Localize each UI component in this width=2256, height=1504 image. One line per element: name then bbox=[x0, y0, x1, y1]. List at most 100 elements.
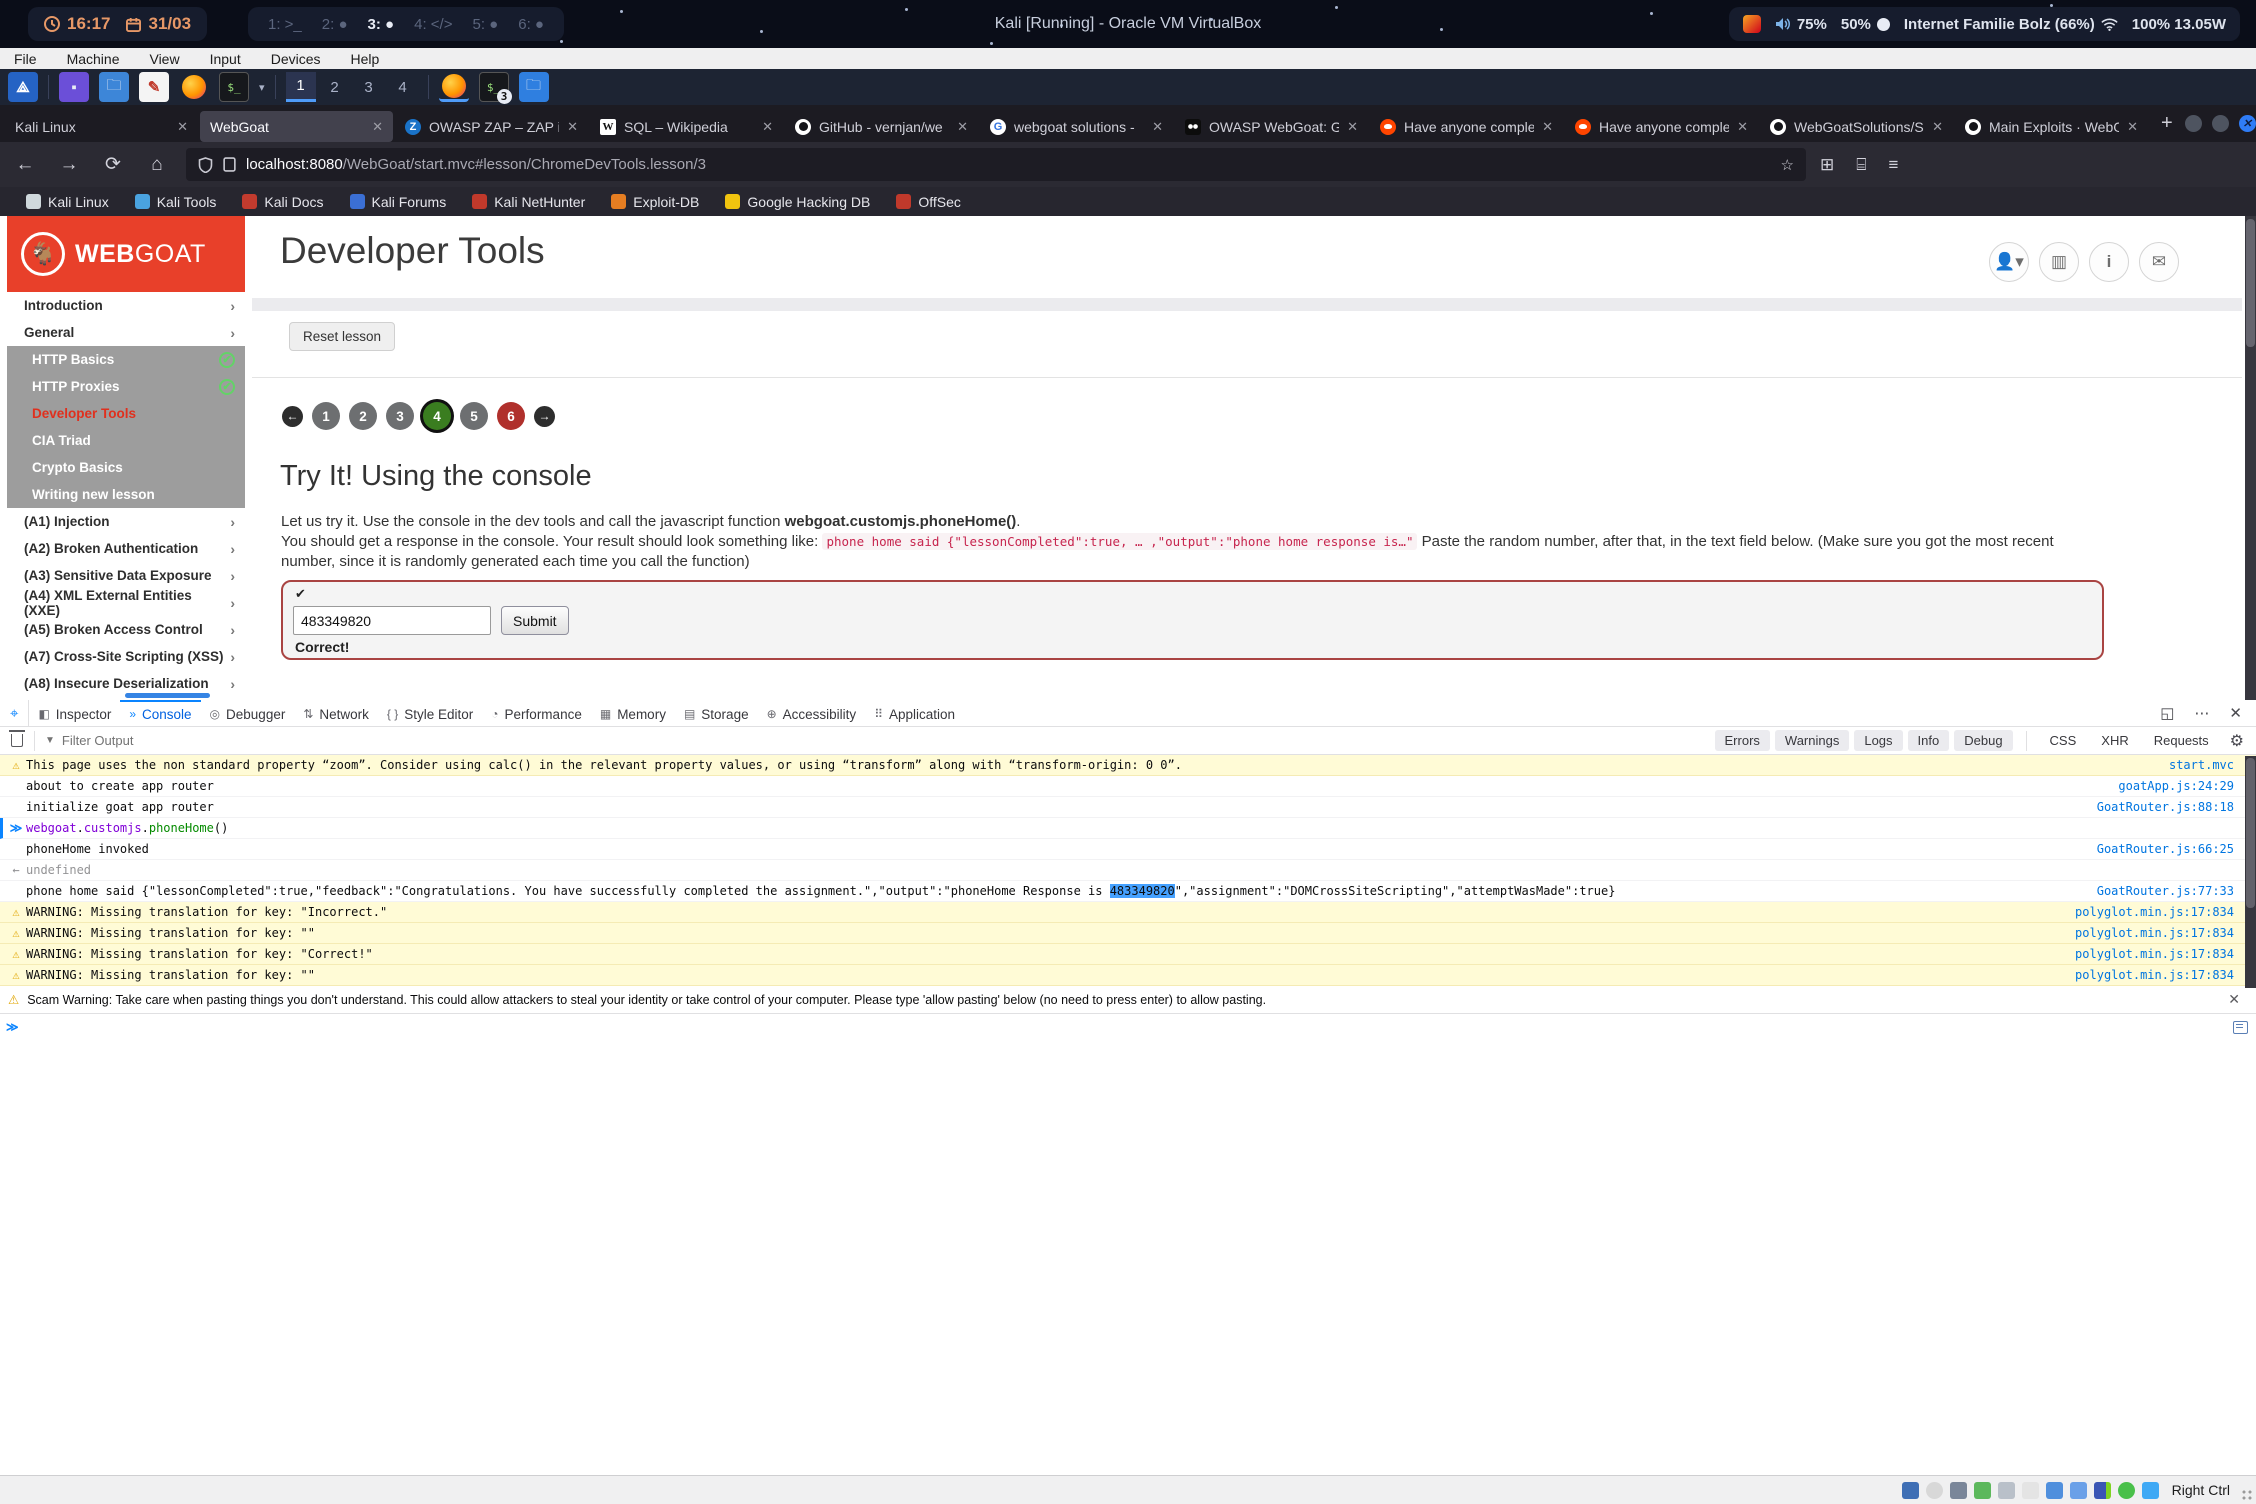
menu-file[interactable]: File bbox=[14, 51, 37, 67]
chevron-down-icon[interactable]: ▾ bbox=[259, 81, 265, 94]
minimize-button[interactable] bbox=[2185, 115, 2202, 132]
terminal-window-icon[interactable]: $_3 bbox=[479, 72, 509, 102]
page-button-1[interactable]: 1 bbox=[312, 402, 340, 430]
filter-errors[interactable]: Errors bbox=[1715, 730, 1770, 751]
responsive-mode-icon[interactable]: ◱ bbox=[2160, 704, 2174, 722]
tab-inspector[interactable]: ◧Inspector bbox=[29, 700, 120, 726]
filter-xhr[interactable]: XHR bbox=[2091, 730, 2138, 751]
bookmark-item[interactable]: Google Hacking DB bbox=[725, 194, 870, 210]
home-icon[interactable]: ⌂ bbox=[142, 154, 172, 176]
menu-input[interactable]: Input bbox=[210, 51, 241, 67]
filter-warnings[interactable]: Warnings bbox=[1775, 730, 1849, 751]
taskbar-workspace-3[interactable]: 3 bbox=[354, 72, 384, 102]
user-menu-button[interactable]: 👤▾ bbox=[1989, 242, 2029, 282]
browser-tab[interactable]: Gwebgoat solutions -✕ bbox=[980, 111, 1173, 142]
webgoat-logo[interactable]: 🐐 WEBGOAT bbox=[7, 216, 245, 292]
sidebar-hscrollbar-thumb[interactable] bbox=[125, 693, 210, 698]
source-link[interactable]: GoatRouter.js:77:33 bbox=[2097, 884, 2248, 898]
sidebar-item[interactable]: (A5) Broken Access Control› bbox=[7, 616, 245, 643]
workspace-indicator[interactable]: 1: >_2: ●3: ●4: </>5: ●6: ● bbox=[248, 7, 564, 41]
tab-close-icon[interactable]: ✕ bbox=[1152, 119, 1163, 135]
tab-close-icon[interactable]: ✕ bbox=[762, 119, 773, 135]
browser-tab[interactable]: WSQL – Wikipedia✕ bbox=[590, 111, 783, 142]
taskbar-workspace-1[interactable]: 1 bbox=[286, 72, 316, 102]
tab-close-icon[interactable]: ✕ bbox=[1737, 119, 1748, 135]
source-link[interactable]: start.mvc bbox=[2169, 758, 2248, 772]
tab-accessibility[interactable]: ⊕Accessibility bbox=[758, 700, 866, 726]
usb-icon[interactable] bbox=[1998, 1482, 2015, 1499]
workspace-item[interactable]: 1: >_ bbox=[268, 16, 302, 33]
answer-input[interactable] bbox=[293, 606, 491, 635]
filter-requests[interactable]: Requests bbox=[2144, 730, 2219, 751]
bookmark-item[interactable]: Kali Tools bbox=[135, 194, 217, 210]
workspace-item[interactable]: 3: ● bbox=[368, 16, 395, 33]
firefox-window-icon[interactable] bbox=[439, 72, 469, 102]
close-button[interactable]: ✕ bbox=[2239, 115, 2256, 132]
sidebar-item[interactable]: Developer Tools bbox=[7, 400, 245, 427]
mouse-integration-icon[interactable] bbox=[2118, 1482, 2135, 1499]
report-card-button[interactable]: ▥ bbox=[2039, 242, 2079, 282]
forward-icon[interactable]: → bbox=[54, 154, 84, 176]
page-info-icon[interactable] bbox=[223, 157, 236, 172]
clear-console-icon[interactable] bbox=[11, 734, 23, 747]
sidebar-item[interactable]: HTTP Proxies✔ bbox=[7, 373, 245, 400]
console-scrollbar[interactable] bbox=[2245, 756, 2256, 988]
tab-storage[interactable]: ▤Storage bbox=[675, 700, 758, 726]
network-icon[interactable] bbox=[1974, 1482, 1991, 1499]
sidebar-item[interactable]: HTTP Basics✔ bbox=[7, 346, 245, 373]
display-icon[interactable] bbox=[2046, 1482, 2063, 1499]
next-page-button[interactable]: → bbox=[534, 406, 555, 427]
audio-icon[interactable] bbox=[1950, 1482, 1967, 1499]
clock-date-widget[interactable]: 16:17 31/03 bbox=[28, 7, 207, 41]
shared-folders-icon[interactable] bbox=[2022, 1482, 2039, 1499]
tab-network[interactable]: ⇅Network bbox=[294, 700, 378, 726]
sidebar-item[interactable]: Introduction› bbox=[7, 292, 245, 319]
sidebar-item[interactable]: General› bbox=[7, 319, 245, 346]
tab-memory[interactable]: ▦Memory bbox=[591, 700, 675, 726]
features-icon[interactable] bbox=[2094, 1482, 2111, 1499]
terminal-launcher-icon[interactable]: $_ bbox=[219, 72, 249, 102]
sidebar-item[interactable]: (A7) Cross-Site Scripting (XSS)› bbox=[7, 643, 245, 670]
about-button[interactable]: i bbox=[2089, 242, 2129, 282]
windows-icon[interactable] bbox=[2070, 1482, 2087, 1499]
sidebar-item[interactable]: Writing new lesson bbox=[7, 481, 245, 508]
console-input-row[interactable]: ≫ bbox=[0, 1014, 2256, 1040]
tray-icon[interactable] bbox=[1743, 15, 1761, 33]
tab-close-icon[interactable]: ✕ bbox=[567, 119, 578, 135]
keyboard-capture-icon[interactable] bbox=[2142, 1482, 2159, 1499]
devtools-close-icon[interactable]: ✕ bbox=[2229, 704, 2242, 722]
page-button-6[interactable]: 6 bbox=[497, 402, 525, 430]
menu-machine[interactable]: Machine bbox=[67, 51, 120, 67]
browser-tab[interactable]: Kali Linux✕ bbox=[5, 111, 198, 142]
bookmark-item[interactable]: Kali Forums bbox=[350, 194, 447, 210]
sidebar-item[interactable]: (A2) Broken Authentication› bbox=[7, 535, 245, 562]
reset-lesson-button[interactable]: Reset lesson bbox=[289, 322, 395, 351]
sidebar-item[interactable]: CIA Triad bbox=[7, 427, 245, 454]
optical-drive-icon[interactable] bbox=[1926, 1482, 1943, 1499]
tab-close-icon[interactable]: ✕ bbox=[1932, 119, 1943, 135]
sidebar-item[interactable]: (A3) Sensitive Data Exposure› bbox=[7, 562, 245, 589]
source-link[interactable]: polyglot.min.js:17:834 bbox=[2075, 968, 2248, 982]
workspace-item[interactable]: 5: ● bbox=[472, 16, 498, 33]
filter-css[interactable]: CSS bbox=[2040, 730, 2087, 751]
workspace-item[interactable]: 6: ● bbox=[518, 16, 544, 33]
shield-icon[interactable] bbox=[198, 157, 213, 173]
bookmark-item[interactable]: Exploit-DB bbox=[611, 194, 699, 210]
page-button-2[interactable]: 2 bbox=[349, 402, 377, 430]
tab-performance[interactable]: ◔Performance bbox=[482, 700, 591, 726]
extensions-icon[interactable]: ⊞ bbox=[1820, 155, 1834, 175]
text-editor-icon[interactable]: ✎ bbox=[139, 72, 169, 102]
bookmark-item[interactable]: OffSec bbox=[896, 194, 961, 210]
maximize-button[interactable] bbox=[2212, 115, 2229, 132]
taskbar-workspace-4[interactable]: 4 bbox=[388, 72, 418, 102]
new-tab-button[interactable]: + bbox=[2149, 112, 2185, 135]
back-icon[interactable]: ← bbox=[10, 154, 40, 176]
browser-tab[interactable]: WebGoatSolutions/S✕ bbox=[1760, 111, 1953, 142]
tab-style-editor[interactable]: { }Style Editor bbox=[378, 700, 482, 726]
browser-tab[interactable]: ZOWASP ZAP – ZAP i✕ bbox=[395, 111, 588, 142]
tab-debugger[interactable]: ◎Debugger bbox=[201, 700, 295, 726]
contact-button[interactable]: ✉ bbox=[2139, 242, 2179, 282]
tab-close-icon[interactable]: ✕ bbox=[1347, 119, 1358, 135]
source-link[interactable]: GoatRouter.js:88:18 bbox=[2097, 800, 2248, 814]
tab-close-icon[interactable]: ✕ bbox=[2127, 119, 2138, 135]
